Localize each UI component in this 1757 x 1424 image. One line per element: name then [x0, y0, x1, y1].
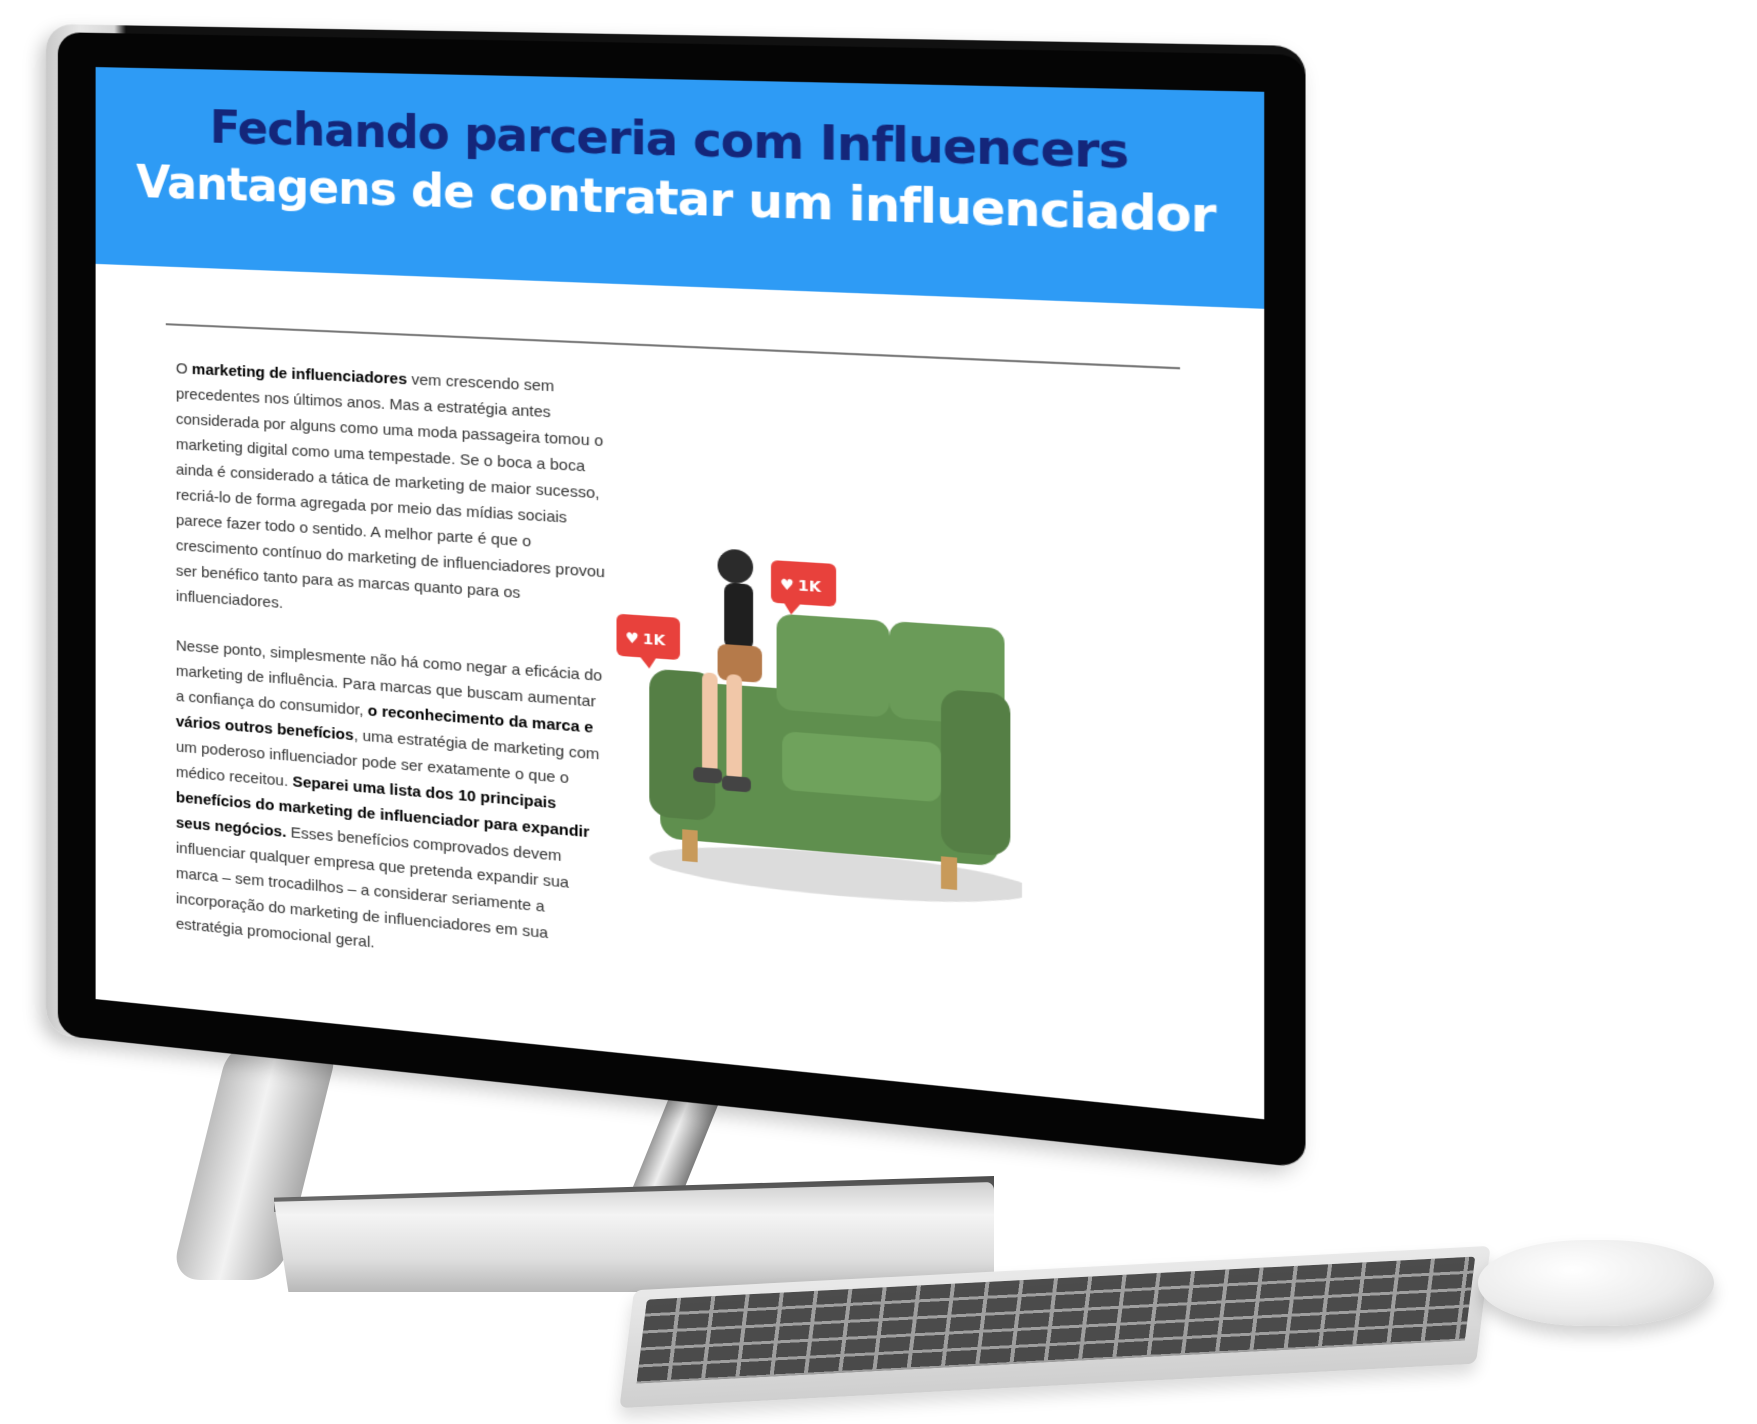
heart-icon: ♥	[780, 576, 794, 594]
person-head	[718, 548, 754, 584]
monitor: Fechando parceria com Influencers Vantag…	[46, 24, 1306, 1168]
like-count: 1K	[798, 578, 823, 597]
person-leg	[726, 674, 742, 781]
like-count: 1K	[643, 631, 667, 650]
paragraph-text: vem crescendo sem precedentes nos último…	[176, 371, 605, 612]
paragraph-text: O	[176, 360, 192, 378]
like-badge-left: ♥ 1K	[616, 614, 680, 671]
monitor-bezel: Fechando parceria com Influencers Vantag…	[58, 32, 1306, 1168]
bold-text: marketing de influenciadores	[192, 361, 407, 389]
person-shoe	[722, 775, 751, 792]
article-body: O marketing de influenciadores vem cresc…	[176, 356, 606, 1003]
paragraph-text: Esses benefícios comprovados devem influ…	[176, 824, 569, 952]
person-shoe	[693, 767, 722, 784]
article-paragraph-1: O marketing de influenciadores vem cresc…	[176, 356, 606, 638]
sofa-arm	[941, 689, 1010, 857]
sofa-leg	[682, 829, 697, 862]
influencer-on-sofa-illustration: ♥ 1K ♥ 1K	[616, 540, 1021, 923]
person-leg	[702, 672, 717, 774]
sofa-cushion-back	[777, 614, 890, 718]
mouse	[1478, 1240, 1714, 1326]
sofa-leg	[941, 856, 957, 890]
page-header: Fechando parceria com Influencers Vantag…	[96, 67, 1265, 309]
article-paragraph-2: Nesse ponto, simplesmente não há como ne…	[176, 633, 606, 978]
heart-icon: ♥	[625, 630, 639, 648]
like-badge-right: ♥ 1K	[771, 560, 836, 617]
desktop-computer-mockup: Fechando parceria com Influencers Vantag…	[0, 0, 1757, 1424]
person-torso	[724, 583, 753, 651]
screen-webpage[interactable]: Fechando parceria com Influencers Vantag…	[96, 67, 1265, 1119]
